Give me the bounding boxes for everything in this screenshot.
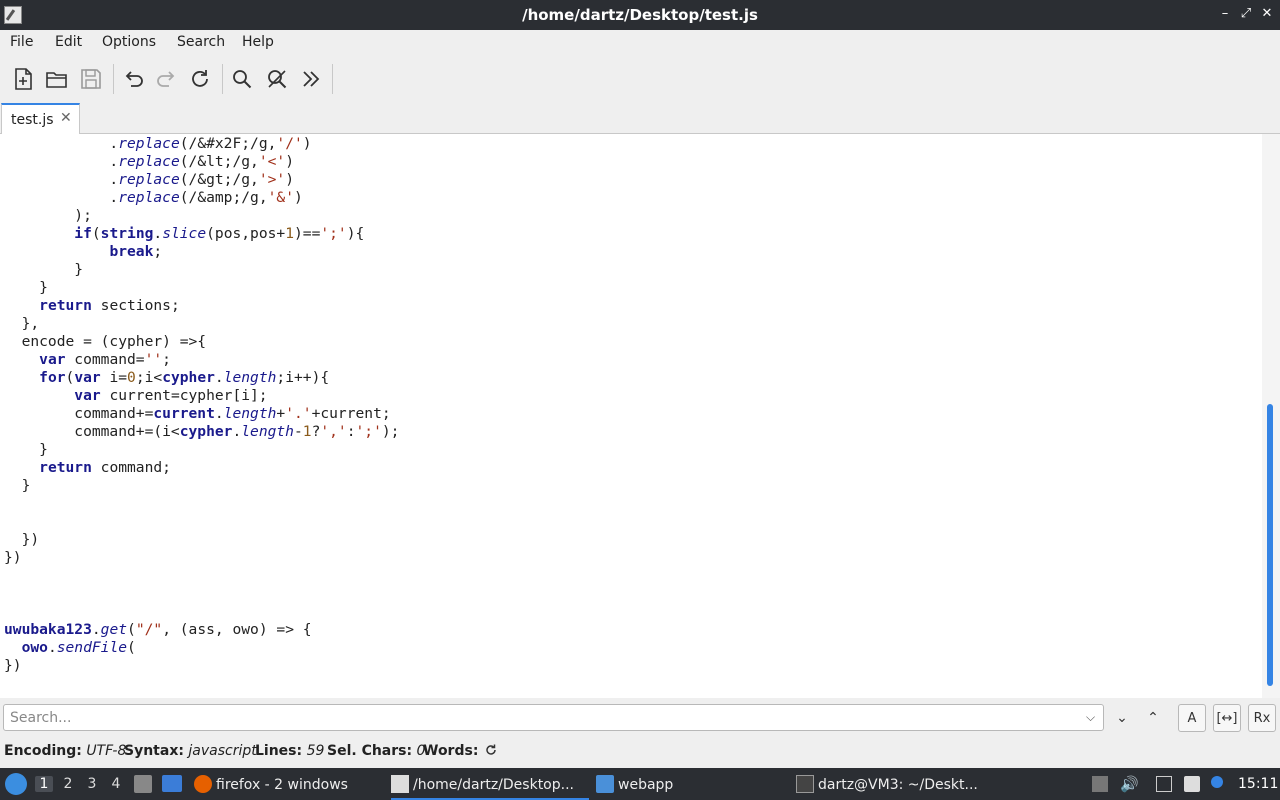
code-line: }) xyxy=(4,657,22,674)
code-line: } xyxy=(4,261,84,278)
find-replace-icon[interactable] xyxy=(264,66,290,92)
workspace-2[interactable]: 2 xyxy=(59,776,77,792)
status-bar: Encoding: UTF-8 Syntax: javascript Lines… xyxy=(0,738,1280,768)
reload-icon[interactable] xyxy=(187,66,213,92)
whole-word-button[interactable]: [↔] xyxy=(1213,704,1241,732)
code-line: var command=''; xyxy=(39,351,171,368)
tab-test-js[interactable]: test.js ✕ xyxy=(1,103,80,135)
code-line: } xyxy=(4,279,48,296)
minimize-button[interactable]: – xyxy=(1216,5,1234,23)
tab-close-icon[interactable]: ✕ xyxy=(60,110,72,126)
code-line: } xyxy=(4,441,48,458)
code-line: uwubaka123.get("/", (ass, owo) => { xyxy=(4,621,312,638)
tab-bar: test.js ✕ xyxy=(0,102,1280,135)
match-case-button[interactable]: A xyxy=(1178,704,1206,732)
code-line: }) xyxy=(4,549,22,566)
show-desktop-icon[interactable] xyxy=(162,775,182,792)
status-selected-chars: Sel. Chars: 0 xyxy=(327,743,426,759)
volume-icon[interactable]: 🔊 xyxy=(1120,776,1139,792)
start-menu-icon[interactable] xyxy=(5,773,27,795)
code-line: for(var i=0;i<cypher.length;i++){ xyxy=(39,369,330,386)
more-options-icon[interactable] xyxy=(298,66,324,92)
status-syntax: Syntax: javascript xyxy=(124,743,257,759)
code-line: if(string.slice(pos,pos+1)==';'){ xyxy=(74,225,365,242)
task-webapp-folder[interactable]: webapp xyxy=(596,768,786,800)
toolbar-separator xyxy=(332,64,333,94)
status-encoding: Encoding: UTF-8 xyxy=(4,743,127,759)
code-line: break; xyxy=(109,243,163,260)
code-line: owo.sendFile( xyxy=(21,639,136,656)
code-line: command+=current.length+'.'+current; xyxy=(4,405,391,422)
refresh-word-count-icon[interactable] xyxy=(484,743,498,759)
code-line: .replace(/&amp;/g,'&') xyxy=(4,189,303,206)
title-bar: /home/dartz/Desktop/test.js – ⤢ ✕ xyxy=(0,0,1280,30)
clock: 15:11 xyxy=(1238,776,1279,792)
menu-edit[interactable]: Edit xyxy=(55,34,82,50)
open-folder-icon[interactable] xyxy=(44,66,70,92)
find-next-icon[interactable]: ⌄ xyxy=(1108,704,1136,732)
find-icon[interactable] xyxy=(229,66,255,92)
workspace-3[interactable]: 3 xyxy=(83,776,101,792)
firefox-icon xyxy=(194,775,212,793)
code-line: var current=cypher[i]; xyxy=(74,387,268,404)
code-editor[interactable]: .replace(/&#x2F;/g,'/') .replace(/&lt;/g… xyxy=(0,134,1262,698)
status-lines: Lines: 59 xyxy=(255,743,325,759)
find-previous-icon[interactable]: ⌃ xyxy=(1139,704,1167,732)
toolbar-separator xyxy=(113,64,114,94)
search-bar: ⌵ ⌄ ⌃ A [↔] Rx xyxy=(0,698,1280,738)
toolbar-separator xyxy=(222,64,223,94)
code-line: .replace(/&lt;/g,'<') xyxy=(4,153,294,170)
workspace-4[interactable]: 4 xyxy=(107,776,125,792)
terminal-icon xyxy=(796,775,814,793)
code-line: }) xyxy=(4,531,40,548)
code-text[interactable]: .replace(/&#x2F;/g,'/') .replace(/&lt;/g… xyxy=(4,135,399,675)
vertical-scrollbar[interactable] xyxy=(1262,134,1280,698)
code-line: .replace(/&gt;/g,'>') xyxy=(4,171,294,188)
folder-icon xyxy=(596,775,614,793)
toolbar xyxy=(0,56,1280,102)
file-manager-launcher-icon[interactable] xyxy=(134,775,152,793)
status-words: Words: xyxy=(423,743,479,759)
search-input[interactable] xyxy=(3,704,1104,731)
scrollbar-thumb[interactable] xyxy=(1267,404,1273,686)
menu-help[interactable]: Help xyxy=(242,34,274,50)
menu-bar: File Edit Options Search Help xyxy=(0,30,1280,56)
redo-icon[interactable] xyxy=(154,66,180,92)
tab-label: test.js xyxy=(11,112,54,128)
code-line: command+=(i<cypher.length-1?',':';'); xyxy=(4,423,400,440)
code-line: return sections; xyxy=(39,297,180,314)
taskbar: 1 2 3 4 firefox - 2 windows /home/dartz/… xyxy=(0,768,1280,800)
menu-search[interactable]: Search xyxy=(177,34,225,50)
close-button[interactable]: ✕ xyxy=(1258,5,1276,23)
task-terminal[interactable]: dartz@VM3: ~/Deskt... xyxy=(796,768,986,800)
menu-options[interactable]: Options xyxy=(102,34,156,50)
text-editor-icon xyxy=(391,775,409,793)
tray-expand-icon[interactable] xyxy=(1092,776,1108,792)
regex-button[interactable]: Rx xyxy=(1248,704,1276,732)
code-line: ); xyxy=(4,207,92,224)
code-line: encode = (cypher) =>{ xyxy=(4,333,207,350)
menu-file[interactable]: File xyxy=(10,34,33,50)
maximize-button[interactable]: ⤢ xyxy=(1237,5,1255,23)
undo-icon[interactable] xyxy=(120,66,146,92)
search-history-dropdown-icon[interactable]: ⌵ xyxy=(1086,710,1095,725)
code-line: return command; xyxy=(39,459,171,476)
clipboard-icon[interactable] xyxy=(1184,776,1200,792)
network-icon[interactable] xyxy=(1156,776,1172,792)
code-line: .replace(/&#x2F;/g,'/') xyxy=(4,135,312,152)
task-text-editor[interactable]: /home/dartz/Desktop... xyxy=(391,768,589,800)
code-line: }, xyxy=(4,315,40,332)
save-icon[interactable] xyxy=(78,66,104,92)
task-firefox[interactable]: firefox - 2 windows xyxy=(194,768,384,800)
new-file-icon[interactable] xyxy=(10,66,36,92)
code-line: } xyxy=(4,477,31,494)
window-title: /home/dartz/Desktop/test.js xyxy=(522,6,758,24)
notification-icon[interactable] xyxy=(1211,776,1223,788)
workspace-1[interactable]: 1 xyxy=(35,776,53,792)
